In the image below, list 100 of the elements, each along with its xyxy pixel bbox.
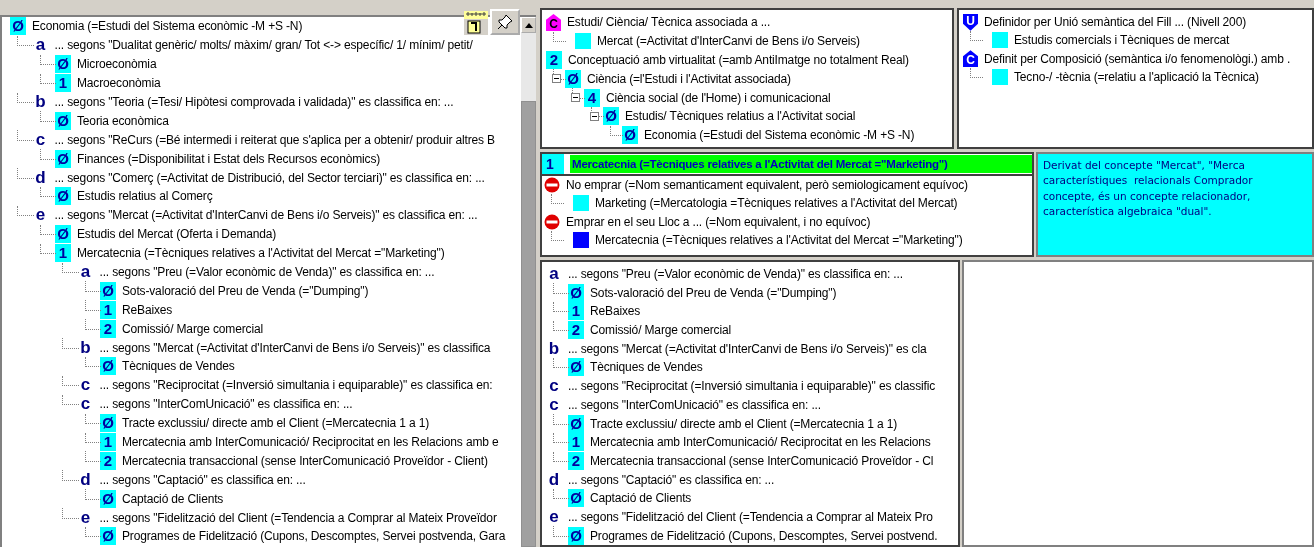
category-letter: a (548, 265, 560, 284)
tree-item[interactable]: Economia (=Estudi del Sistema econòmic -M +S -N) (32, 19, 303, 34)
tree-item[interactable]: Comissió/ Marge comercial (122, 321, 263, 336)
number-badge: Ø (603, 107, 619, 126)
tree-item[interactable]: Mercatecnia (=Tècniques relatives a l'Activitat del Mercat ="Marketing") (595, 233, 963, 248)
category-letter: b (34, 93, 47, 111)
tree-item[interactable]: Tracte exclussiu/ directe amb el Client (=Mercatecnia 1 a 1) (590, 416, 898, 431)
tree-item[interactable]: Marketing (=Mercatologia =Tècniques relatives a l'Activitat del Mercat) (595, 196, 958, 211)
collapse-toggle[interactable] (552, 74, 561, 84)
pin-icon (497, 14, 513, 30)
tree-item[interactable]: Comissió/ Marge comercial (590, 323, 731, 338)
tree-item[interactable]: Ciència (=l'Estudi i l'Activitat associada) (587, 71, 791, 86)
tree-item[interactable]: Tecno-/ -tècnia (=relatiu a l'aplicació la Tècnica) (1014, 70, 1259, 85)
tree-item[interactable]: ... segons "InterComUnicació" es classifica en: ... (568, 397, 821, 412)
number-badge: Ø (100, 357, 116, 376)
tree-item[interactable]: Macroeconòmia (77, 76, 161, 91)
tree-item[interactable]: Sots-valoració del Preu de Venda (="Dumping") (122, 283, 369, 298)
tree-item[interactable]: Sots-valoració del Preu de Venda (="Dumping") (590, 285, 837, 300)
category-letter: d (547, 470, 561, 489)
scroll-up-button[interactable] (521, 17, 536, 33)
tree-item[interactable]: ... segons "Preu (=Valor econòmic de Venda)" es classifica en: ... (568, 267, 903, 282)
tree-item[interactable]: Mercatecnia transaccional (sense InterComunicació Proveïdor - Cl (590, 453, 934, 468)
number-badge: 2 (546, 51, 562, 69)
scrollbar-thumb[interactable] (521, 101, 536, 547)
tree-item[interactable]: Finances (=Disponibilitat i Estat dels Recursos econòmics) (77, 151, 381, 166)
tree-item[interactable]: ... segons "Preu (=Valor econòmic de Venda)" es classifica en: ... (99, 265, 435, 279)
tree-item[interactable]: Tracte exclussiu/ directe amb el Client (=Mercatecnia 1 a 1) (122, 416, 430, 431)
tree-item[interactable]: ... segons "Teoria (=Tesi/ Hipòtesi comprovada i validada)" es classifica en: ... (54, 95, 454, 109)
tree-item[interactable]: Tècniques de Vendes (122, 359, 235, 374)
number-badge: 1 (100, 300, 116, 319)
tree-item[interactable]: Emprar en el seu Lloc a ... (=Nom equivalent, i no equívoc) (566, 214, 871, 229)
number-badge: 4 (584, 88, 600, 107)
description-text: característica algebraica "dual". (1043, 204, 1212, 220)
tree-item[interactable]: Mercatecnia amb InterComunicació/ Reciprocitat en les Relacions amb e (122, 435, 499, 450)
tree-item[interactable]: Mercatecnia amb InterComunicació/ Reciprocitat en les Relacions (590, 435, 931, 450)
tree-item[interactable]: Tècniques de Vendes (590, 360, 703, 375)
collapse-toggle[interactable] (590, 111, 599, 121)
tree-item[interactable]: ... segons "Captació" es classifica en: ... (568, 472, 775, 487)
tree-item[interactable]: ... segons "Captació" es classifica en: ... (99, 472, 306, 487)
tree-item[interactable]: ... segons "InterComUnicació" es classifica en: ... (99, 397, 353, 412)
tree-item[interactable]: Mercatecnia transaccional (sense InterComunicació Proveïdor - Client) (122, 453, 488, 468)
tree-item[interactable]: ... segons "Mercat (=Activitat d'InterCanvi de Bens i/o Serveis)" es classifica (99, 340, 491, 355)
collapse-toggle[interactable] (571, 93, 580, 103)
tree-item[interactable]: ... segons "Reciprocitat (=Inversió simultania i equiparable)" es classifica en: (99, 378, 493, 393)
number-badge: Ø (100, 489, 116, 508)
tree-item[interactable]: ... segons "Dualitat genèric/ molts/ màxim/ gran/ Tot <-> específic/ 1/ mínim/ petit/ (54, 38, 473, 53)
tree-item[interactable]: Teoria econòmica (77, 113, 169, 128)
tree-item[interactable]: Microeconòmia (77, 57, 157, 72)
tree-item[interactable]: ... segons "Fidelització del Client (=Tendencia a Comprar al Mateix Pro (568, 509, 933, 524)
category-letter: c (79, 395, 92, 414)
tree-item[interactable]: Mercatecnia (=Tècniques relatives a l'Activitat del Mercat ="Marketing") (77, 246, 445, 261)
square-icon (992, 69, 1008, 86)
number-badge: Ø (568, 414, 584, 433)
tree-item[interactable]: ... segons "Mercat (=Activitat d'InterCanvi de Bens i/o Serveis)" es cla (568, 341, 927, 356)
number-badge: Ø (100, 281, 116, 300)
number-badge: 1 (55, 74, 71, 93)
number-badge: Ø (100, 527, 116, 546)
pin-button[interactable] (490, 9, 520, 35)
tree-item[interactable]: Definidor per Unió semàntica del Fill ... (Nivell 200) (984, 15, 1246, 30)
tree-item[interactable]: ... segons "Reciprocitat (=Inversió simultania i equiparable)" es classific (568, 379, 936, 394)
up-arrow-icon (524, 22, 533, 28)
tree-item[interactable]: ReBaixes (122, 302, 173, 317)
tree-item[interactable]: Estudis/ Tècniques relatius a l'Activitat social (625, 109, 856, 124)
tree-item[interactable]: Economia (=Estudi del Sistema econòmic -M +S -N) (644, 128, 915, 143)
square-icon (575, 33, 591, 50)
scrollbar[interactable] (521, 17, 536, 547)
tree-item[interactable]: Estudis comercials i Tècniques de mercat (1014, 33, 1230, 48)
tree-item[interactable]: Conceptuació amb virtualitat (=amb AntiImatge no totalment Real) (568, 53, 909, 67)
number-badge: 1 (568, 433, 584, 452)
tree-item[interactable]: Estudis relatius al Comerç (77, 189, 213, 204)
tree-item[interactable]: Programes de Fidelització (Cupons, Descomptes, Servei postvend. (590, 528, 938, 543)
ruler-icon[interactable] (464, 9, 488, 35)
number-badge: Ø (568, 358, 584, 377)
category-letter: b (79, 338, 92, 357)
category-letter: c (34, 130, 47, 149)
house-badge: C (963, 50, 978, 68)
number-badge: Ø (568, 489, 584, 508)
tree-item[interactable]: Definit per Composició (semàntica i/o fenomenològi.) amb . (984, 51, 1291, 66)
number-badge: 2 (100, 451, 116, 470)
number-badge: Ø (568, 526, 584, 545)
tree-item[interactable]: Mercat (=Activitat d'InterCanvi de Bens i/o Serveis) (597, 34, 860, 49)
description-text: Derivat del concepte "Mercat", "Merca (1043, 157, 1245, 173)
tree-item[interactable]: ... segons "Mercat (=Activitat d'InterCanvi de Bens i/o Serveis)" es classifica en: ... (54, 208, 478, 223)
tree-item[interactable]: Captació de Clients (590, 491, 692, 506)
number-badge: 2 (568, 451, 584, 470)
number-badge: Ø (55, 111, 71, 130)
tree-item[interactable]: No emprar (=Nom semanticament equivalent, però semiologicament equívoc) (566, 177, 968, 192)
tree-item[interactable]: Captació de Clients (122, 491, 224, 506)
tree-item[interactable]: Ciència social (de l'Home) i comunicacional (606, 90, 831, 105)
tree-item[interactable]: Programes de Fidelització (Cupons, Descomptes, Servei postvenda, Gara (122, 529, 506, 544)
description-text: característiques relacionals Comprador (1043, 173, 1253, 189)
tree-item[interactable]: ... segons "ReCurs (=Bé intermedi i reiterat que s'aplica per a obtenir/ produir altres B (54, 132, 495, 147)
category-letter: b (547, 339, 561, 358)
number-badge: Ø (55, 187, 71, 206)
tree-item[interactable]: Estudis del Mercat (Oferta i Demanda) (77, 227, 277, 242)
number-badge: Ø (565, 69, 581, 88)
tree-item[interactable]: ... segons "Fidelització del Client (=Tendencia a Comprar al Mateix Proveïdor (99, 510, 497, 525)
tree-item[interactable]: ReBaixes (590, 304, 641, 319)
tree-item[interactable]: ... segons "Comerç (=Activitat de Distribució, del Sector terciari)" es classifica en: ... (54, 170, 485, 185)
tree-item[interactable]: Estudi/ Ciència/ Tècnica associada a ... (567, 15, 771, 30)
